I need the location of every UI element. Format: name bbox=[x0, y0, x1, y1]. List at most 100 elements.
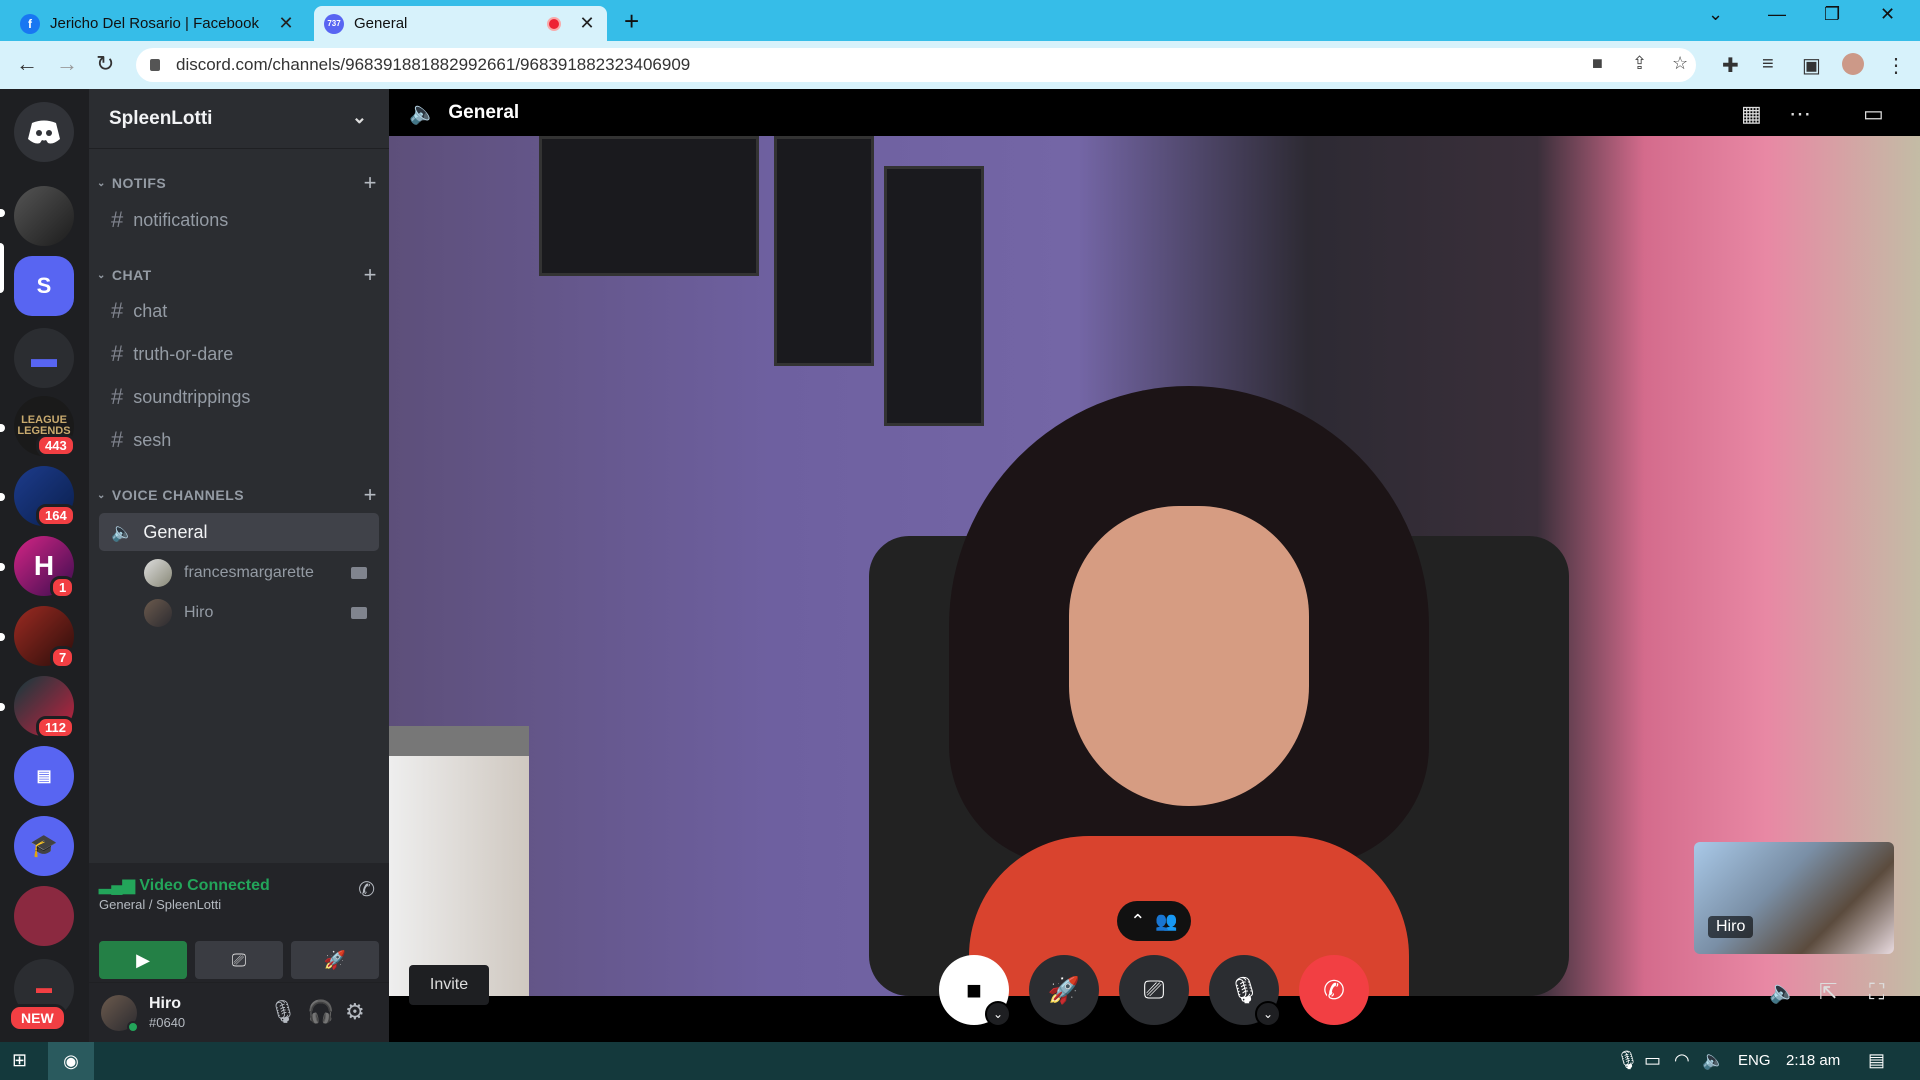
chevron-up-icon: ⌃ bbox=[1130, 910, 1146, 931]
chevron-down-icon: ⌄ bbox=[351, 107, 367, 127]
channel-notifications[interactable]: # notifications bbox=[99, 201, 379, 239]
server-list: S ▬ LEAGUE LEGENDS 443 164 H 1 7 112 ▤ 🎓… bbox=[0, 89, 89, 1042]
category-voice-channels[interactable]: ⌄ VOICE CHANNELS + bbox=[97, 482, 377, 508]
taskbar: ⊞ ◉ 🎙 ▭ ◠ 🔈 ENG 2:18 am ▤ bbox=[0, 1042, 1920, 1080]
chrome-taskbar-icon[interactable]: ◉ bbox=[48, 1042, 94, 1080]
tab-title: General bbox=[354, 15, 408, 32]
recording-icon bbox=[547, 16, 561, 31]
camera-icon[interactable]: ■ bbox=[1592, 53, 1603, 74]
close-window-button[interactable]: ✕ bbox=[1880, 4, 1895, 25]
profile-avatar[interactable] bbox=[1842, 53, 1864, 75]
category-notifs[interactable]: ⌄ NOTIFS + bbox=[97, 170, 377, 196]
gear-icon[interactable]: ⚙ bbox=[345, 999, 365, 1025]
tab-search-icon[interactable]: ⌄ bbox=[1708, 4, 1723, 25]
chevron-down-icon[interactable]: ⌄ bbox=[985, 1001, 1011, 1027]
notifications-icon[interactable]: ▤ bbox=[1868, 1050, 1885, 1071]
disconnect-button[interactable]: ✆ bbox=[1299, 955, 1369, 1025]
close-tab-icon[interactable]: ✕ bbox=[276, 13, 296, 34]
self-view-tile[interactable]: Hiro bbox=[1694, 842, 1894, 954]
category-chat[interactable]: ⌄ CHAT + bbox=[97, 262, 377, 288]
hang-up-icon: ✆ bbox=[1323, 974, 1345, 1005]
discord-home-icon[interactable] bbox=[14, 102, 74, 162]
channel-truth-or-dare[interactable]: # truth-or-dare bbox=[99, 335, 379, 373]
server-icon-spleenlotti[interactable]: S bbox=[14, 256, 74, 316]
more-icon[interactable]: ⋯ bbox=[1789, 101, 1811, 127]
menu-icon[interactable]: ⋮ bbox=[1886, 53, 1906, 78]
add-channel-icon[interactable]: + bbox=[364, 482, 377, 508]
mention-badge: 443 bbox=[36, 434, 76, 457]
volume-icon[interactable]: 🔈 bbox=[1769, 979, 1796, 1005]
server-header[interactable]: SpleenLotti ⌄ bbox=[89, 89, 389, 149]
video-toggle-button[interactable]: ▶ bbox=[99, 941, 187, 979]
server-icon-twitch[interactable]: ▤ bbox=[14, 746, 74, 806]
headphones-icon[interactable]: 🎧 bbox=[307, 999, 334, 1025]
url-input[interactable]: discord.com/channels/968391881882992661/… bbox=[136, 48, 1696, 82]
voice-user[interactable]: francesmargarette bbox=[144, 555, 379, 591]
video-camera-icon: ■ bbox=[966, 974, 982, 1005]
restore-button[interactable]: ❐ bbox=[1824, 4, 1840, 25]
screen-share-button[interactable]: ⎚ bbox=[195, 941, 283, 979]
lock-icon bbox=[150, 59, 160, 71]
close-tab-icon[interactable]: ✕ bbox=[577, 13, 597, 34]
connection-status[interactable]: ▂▄▆ Video Connected bbox=[99, 875, 270, 895]
camera-toggle-button[interactable]: ■ ⌄ bbox=[939, 955, 1011, 1027]
share-icon[interactable]: ⇪ bbox=[1632, 53, 1647, 74]
mute-button[interactable]: 🎙 ⌄ bbox=[1209, 955, 1281, 1027]
server-icon-education[interactable]: 🎓 bbox=[14, 816, 74, 876]
voice-user[interactable]: Hiro bbox=[144, 595, 379, 631]
tab-facebook[interactable]: f Jericho Del Rosario | Facebook ✕ bbox=[10, 6, 306, 41]
activity-button[interactable]: 🚀 bbox=[291, 941, 379, 979]
share-screen-button[interactable]: ⎚ bbox=[1119, 955, 1189, 1025]
video-feed[interactable] bbox=[389, 136, 1920, 996]
channel-chat[interactable]: # chat bbox=[99, 292, 379, 330]
participants-toggle[interactable]: ⌃ 👥 bbox=[1117, 901, 1191, 941]
wifi-icon[interactable]: ◠ bbox=[1674, 1050, 1690, 1071]
language-indicator[interactable]: ENG bbox=[1738, 1052, 1771, 1069]
server-icon-5[interactable] bbox=[14, 886, 74, 946]
popout-icon[interactable]: ⇱ bbox=[1819, 979, 1837, 1005]
popout-icon[interactable]: ▭ bbox=[1863, 101, 1884, 127]
mention-badge: 164 bbox=[36, 504, 76, 527]
video-icon bbox=[351, 607, 367, 619]
forward-icon[interactable]: → bbox=[56, 51, 78, 77]
side-panel-icon[interactable]: ▣ bbox=[1802, 53, 1821, 78]
microphone-icon[interactable]: 🎙 bbox=[1616, 1050, 1639, 1071]
channel-soundtrippings[interactable]: # soundtrippings bbox=[99, 378, 379, 416]
add-channel-icon[interactable]: + bbox=[364, 262, 377, 288]
server-icon-1[interactable] bbox=[14, 186, 74, 246]
avatar bbox=[144, 599, 172, 627]
chevron-down-icon[interactable]: ⌄ bbox=[1255, 1001, 1281, 1027]
wall-frame bbox=[774, 136, 874, 366]
channel-title: General bbox=[448, 101, 520, 123]
microphone-icon[interactable]: 🎙 bbox=[269, 999, 297, 1025]
reload-icon[interactable]: ↻ bbox=[96, 51, 114, 77]
speaker-icon: 🔈 bbox=[111, 521, 134, 542]
back-icon[interactable]: ← bbox=[16, 51, 38, 77]
hash-icon: # bbox=[111, 207, 124, 232]
video-icon bbox=[351, 567, 367, 579]
new-tab-button[interactable]: + bbox=[624, 6, 639, 37]
clock[interactable]: 2:18 am bbox=[1786, 1052, 1840, 1069]
minimize-button[interactable]: — bbox=[1768, 4, 1786, 25]
invite-button[interactable]: Invite bbox=[409, 965, 489, 1005]
connection-location[interactable]: General / SpleenLotti bbox=[99, 897, 221, 912]
mention-badge: 7 bbox=[50, 646, 76, 669]
add-channel-icon[interactable]: + bbox=[364, 170, 377, 196]
grid-icon[interactable]: ▦ bbox=[1741, 101, 1762, 127]
windows-start-icon[interactable]: ⊞ bbox=[12, 1050, 27, 1071]
tab-title: Jericho Del Rosario | Facebook bbox=[50, 15, 259, 32]
disconnect-icon[interactable]: ✆ bbox=[358, 877, 375, 902]
media-icon[interactable]: ≡ bbox=[1762, 53, 1774, 76]
voice-channel-general[interactable]: 🔈 General bbox=[99, 513, 379, 551]
tab-general[interactable]: 737 General ✕ bbox=[314, 6, 607, 41]
battery-icon[interactable]: ▭ bbox=[1644, 1050, 1661, 1071]
folder-icon[interactable]: ▬ bbox=[14, 328, 74, 388]
activities-button[interactable]: 🚀 bbox=[1029, 955, 1099, 1025]
bookmark-star-icon[interactable]: ☆ bbox=[1672, 53, 1688, 74]
channel-sesh[interactable]: # sesh bbox=[99, 421, 379, 459]
mention-badge: 1 bbox=[50, 576, 76, 599]
channel-sidebar: SpleenLotti ⌄ ⌄ NOTIFS + # notifications… bbox=[89, 89, 389, 1042]
fullscreen-icon[interactable]: ⛶ bbox=[1869, 979, 1884, 1005]
volume-icon[interactable]: 🔈 bbox=[1702, 1050, 1724, 1071]
extensions-icon[interactable]: ✚ bbox=[1722, 53, 1739, 78]
